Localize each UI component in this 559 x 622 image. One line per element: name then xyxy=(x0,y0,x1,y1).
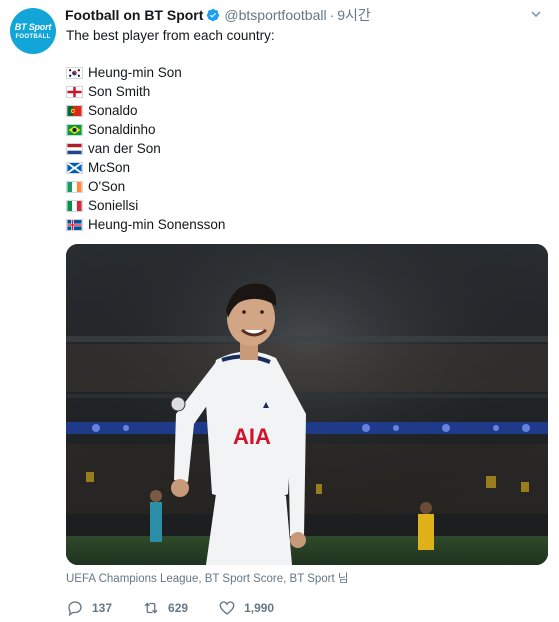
list-item: O'Son xyxy=(66,177,225,196)
tweet-text: The best player from each country: xyxy=(66,28,275,43)
tweet-photo[interactable]: AIA xyxy=(66,244,548,565)
player-name: Son Smith xyxy=(88,84,151,99)
reply-icon xyxy=(68,601,82,617)
account-name[interactable]: Football on BT Sport xyxy=(65,7,203,23)
italy-flag-icon xyxy=(66,199,83,212)
ireland-flag-icon xyxy=(66,180,83,193)
player-name: Sonaldo xyxy=(88,103,138,118)
player-name: Heung-min Sonensson xyxy=(88,217,226,232)
like-count: 1,990 xyxy=(244,601,275,615)
account-handle[interactable]: @btsportfootball xyxy=(224,7,326,23)
list-item: McSon xyxy=(66,158,225,177)
list-item: Sonaldinho xyxy=(66,120,225,139)
brazil-flag-icon xyxy=(66,123,83,136)
list-item: Heung-min Sonensson xyxy=(66,215,225,234)
retweet-count: 629 xyxy=(168,601,189,615)
list-item: Son Smith xyxy=(66,82,225,101)
player-list: Heung-min Son Son Smith Sonaldo Sonaldin… xyxy=(66,63,225,234)
reply-count: 137 xyxy=(92,601,113,615)
player-name: Heung-min Son xyxy=(88,65,182,80)
player-name: van der Son xyxy=(88,141,161,156)
avatar-logo-text: BT Sport xyxy=(14,21,52,32)
avatar-logo-subtext: FOOTBALL xyxy=(15,33,51,40)
netherlands-flag-icon xyxy=(66,142,83,155)
tweet-actions: 137 629 1,990 xyxy=(66,597,304,619)
england-flag-icon xyxy=(66,85,83,98)
avatar[interactable]: BT Sport FOOTBALL xyxy=(10,8,56,54)
like-button[interactable]: 1,990 xyxy=(218,599,274,617)
player-name: McSon xyxy=(88,160,131,175)
list-item: Soniellsi xyxy=(66,196,225,215)
scotland-flag-icon xyxy=(66,161,83,174)
retweet-icon xyxy=(144,602,158,614)
more-options-chevron-down-icon[interactable] xyxy=(529,7,543,21)
player-name: O'Son xyxy=(88,179,126,194)
list-item: van der Son xyxy=(66,139,225,158)
verified-badge-icon xyxy=(206,8,220,22)
list-item: Sonaldo xyxy=(66,101,225,120)
timestamp[interactable]: 9시간 xyxy=(337,5,371,25)
jersey-sponsor-text: AIA xyxy=(233,424,271,449)
tweet-header: Football on BT Sport @btsportfootball · … xyxy=(65,6,371,24)
portugal-flag-icon xyxy=(66,104,83,117)
south-korea-flag-icon xyxy=(66,66,83,79)
reply-button[interactable]: 137 xyxy=(66,599,112,617)
iceland-flag-icon xyxy=(66,218,83,231)
player-celebration-image: AIA xyxy=(66,244,548,565)
heart-icon xyxy=(219,601,235,615)
list-item: Heung-min Son xyxy=(66,63,225,82)
player-name: Sonaldinho xyxy=(88,122,156,137)
retweet-button[interactable]: 629 xyxy=(142,599,188,617)
separator-dot: · xyxy=(329,7,335,23)
media-caption[interactable]: UEFA Champions League, BT Sport Score, B… xyxy=(66,570,348,586)
player-name: Soniellsi xyxy=(88,198,139,213)
